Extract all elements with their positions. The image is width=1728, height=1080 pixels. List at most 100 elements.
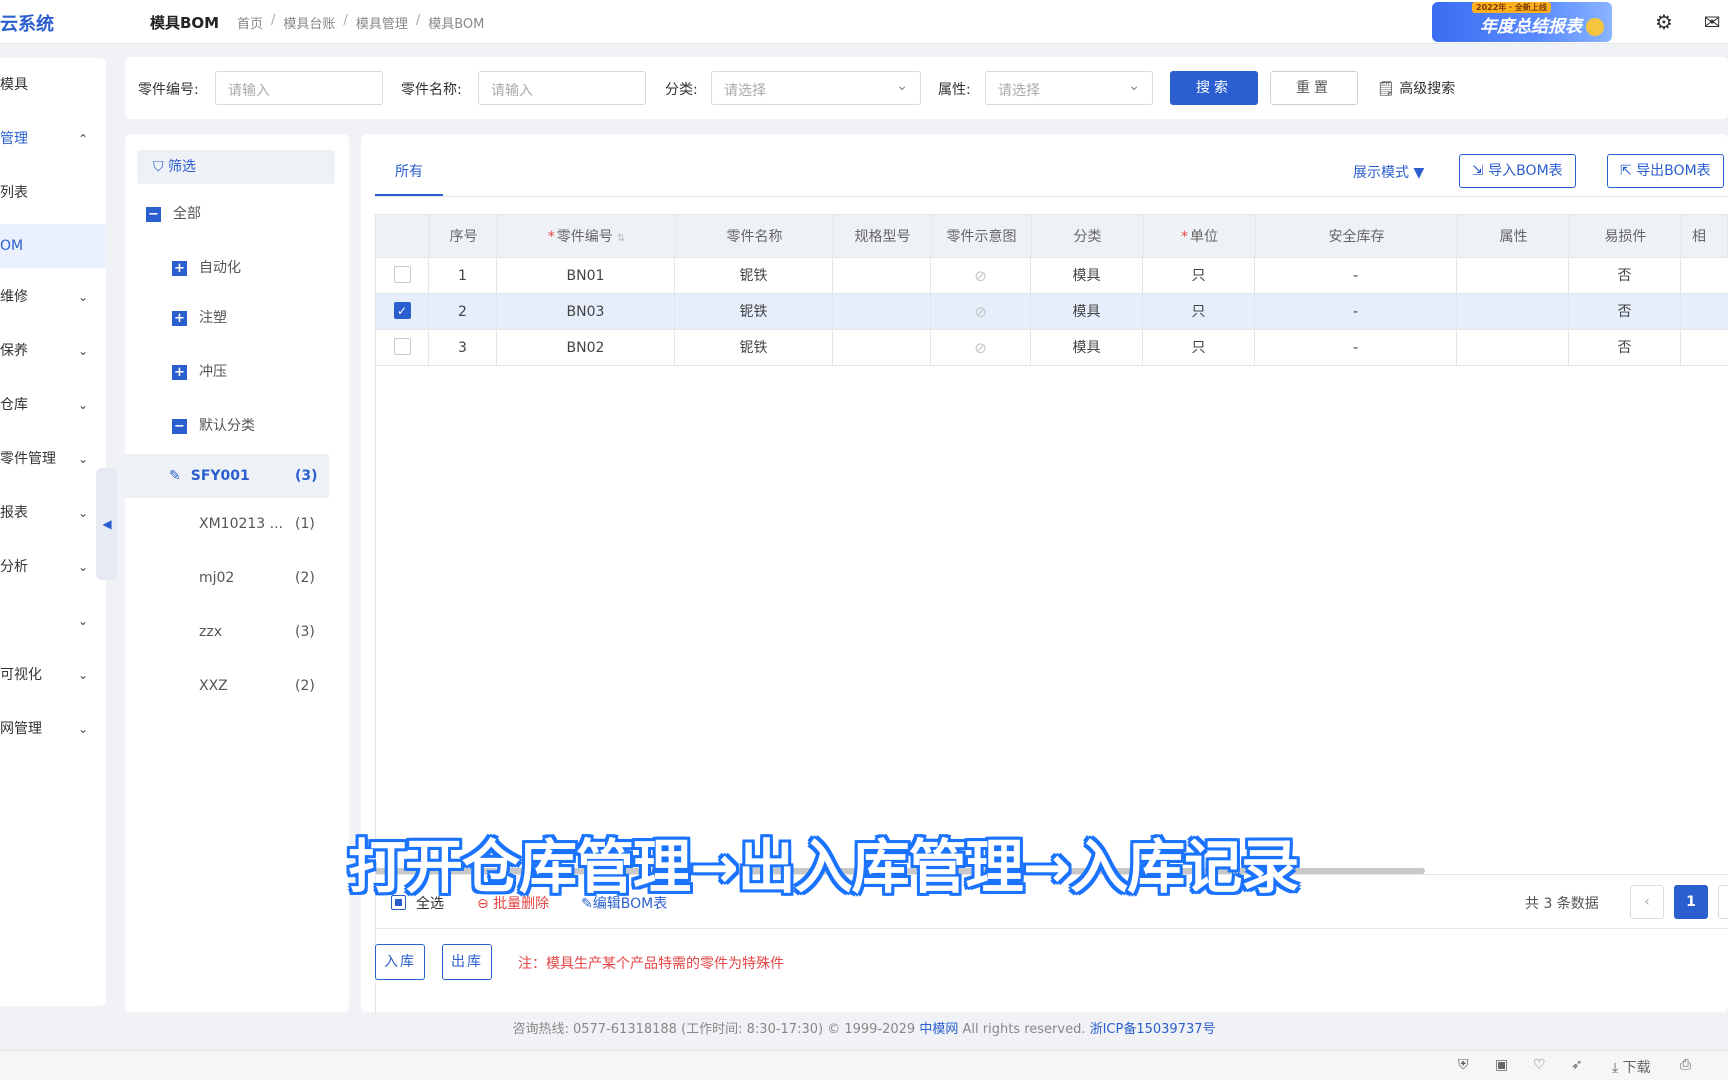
cell-unit: 只 [1143,330,1255,365]
tree-leaf-zzx[interactable]: zzx [199,618,222,646]
printer-icon[interactable]: ⎙ [1680,1057,1691,1073]
image-icon[interactable]: ▣ [1495,1057,1508,1073]
filter-header[interactable]: ⛉ 筛选 [137,150,335,184]
part-name-input[interactable]: 请输入 [478,71,646,105]
row-checkbox[interactable] [393,266,411,283]
category-select[interactable]: 请选择 ⌄ [711,71,921,105]
sidebar-item-network[interactable]: 网管理 ⌄ [0,714,106,744]
row-checkbox[interactable] [393,338,411,355]
part-no-input[interactable]: 请输入 [215,71,383,105]
category-label: 分类: [665,82,698,98]
part-name-label: 零件名称: [401,82,462,98]
prev-page-button[interactable]: ‹ [1630,885,1664,919]
annual-report-banner[interactable]: 2022年 · 全新上线 年度总结报表 [1432,2,1612,42]
shield-icon[interactable]: ⛨ [1458,1057,1469,1073]
table-row[interactable]: 3 BN02 铌铁 ⊘ 模具 只 - 否 [375,330,1728,366]
cell-diagram: ⊘ [931,294,1031,329]
col-index: 序号 [430,215,498,257]
rocket-icon[interactable]: ➶ [1571,1057,1583,1073]
footer-brand-link[interactable]: 中模网 [919,1022,958,1037]
mail-icon[interactable]: ✉ [1700,10,1724,34]
col-part-name: 零件名称 [676,215,834,257]
search-button[interactable]: 搜索 [1170,71,1258,105]
tree-node-injection[interactable]: + 注塑 [172,304,227,332]
breadcrumb-mold-ledger[interactable]: 模具台账 [283,13,335,32]
cell-category: 模具 [1031,258,1143,293]
reset-button[interactable]: 重置 [1270,71,1358,105]
breadcrumb-mold-manage[interactable]: 模具管理 [356,13,408,32]
advanced-search-link[interactable]: 🗒 高级搜索 [1377,78,1455,98]
cell-safety-stock: - [1255,258,1457,293]
cell-diagram: ⊘ [931,330,1031,365]
export-bom-button[interactable]: ⇱ 导出BOM表 [1607,154,1724,188]
sidebar-item-parts[interactable]: 零件管理 ⌄ [0,444,106,474]
download-button[interactable]: ⤓ 下载 [1612,1057,1651,1077]
stock-in-button[interactable]: 入库 [375,944,425,980]
tab-divider [375,196,1728,197]
sidebar-item-maintain[interactable]: 保养 ⌄ [0,336,106,366]
sidebar-item-unlabeled[interactable]: ⌄ [0,606,106,636]
tree-node-all[interactable]: − 全部 [146,200,201,228]
cell-spec [833,294,931,329]
attribute-label: 属性: [938,82,971,98]
tree-leaf-sfy001[interactable]: ✎ SFY001 [169,462,250,490]
cell-part-no: BN01 [497,258,675,293]
cell-part-no: BN02 [497,330,675,365]
cell-part-no: BN03 [497,294,675,329]
tree-node-automation[interactable]: + 自动化 [172,254,241,282]
edit-icon[interactable]: ✎ [169,468,181,484]
sidebar-collapse-toggle[interactable]: ◀ [96,468,118,580]
gear-icon[interactable]: ⚙ [1652,10,1676,34]
cell-wearable: 否 [1569,294,1681,329]
sidebar-item-list[interactable]: 列表 [0,178,106,208]
footer-icp-link[interactable]: 浙ICP备15039737号 [1090,1022,1216,1037]
cell-part-name: 铌铁 [675,258,833,293]
document-icon: 🗒 [1377,81,1400,97]
tree-leaf-mj02[interactable]: mj02 [199,564,234,592]
sidebar-item-manage[interactable]: 管理 ⌃ [0,124,106,154]
chevron-down-icon: ⌄ [77,560,88,574]
page-title: 模具BOM [150,14,220,32]
cell-category: 模具 [1031,294,1143,329]
search-bar: 零件编号: 请输入 零件名称: 请输入 分类: 请选择 ⌄ 属性: 请选择 ⌄ 搜索… [125,57,1728,119]
collapse-icon[interactable]: − [146,206,161,222]
eye-off-icon[interactable]: ⊘ [974,267,987,285]
eye-off-icon[interactable]: ⊘ [974,303,987,321]
tree-leaf-xm10213[interactable]: XM10213 ... [199,510,283,538]
display-mode-dropdown[interactable]: 展示模式 ▼ [1353,162,1424,182]
row-checkbox[interactable]: ✓ [393,302,411,319]
sidebar-item-bom[interactable]: OM [0,224,106,268]
page-1-button[interactable]: 1 [1674,885,1708,919]
sidebar-item-visualization[interactable]: 可视化 ⌄ [0,660,106,690]
table-row[interactable]: ✓ 2 BN03 铌铁 ⊘ 模具 只 - 否 [375,294,1728,330]
heart-icon[interactable]: ♡ [1533,1057,1546,1073]
sidebar-item-analysis[interactable]: 分析 ⌄ [0,552,106,582]
app-logo[interactable]: 云系统 [0,10,54,36]
import-bom-button[interactable]: ⇲ 导入BOM表 [1459,154,1576,188]
expand-icon[interactable]: + [172,310,187,326]
tree-node-stamping[interactable]: + 冲压 [172,358,227,386]
breadcrumb-mold-bom: 模具BOM [428,17,485,32]
sidebar-item-mold[interactable]: 模具 [0,70,106,100]
sidebar-item-warehouse[interactable]: 仓库 ⌄ [0,390,106,420]
sidebar-item-repair[interactable]: 维修 ⌄ [0,282,106,312]
expand-icon[interactable]: + [172,260,187,276]
expand-icon[interactable]: + [172,364,187,380]
sidebar-item-reports[interactable]: 报表 ⌄ [0,498,106,528]
tab-all[interactable]: 所有 [375,148,443,196]
collapse-icon[interactable]: − [172,418,187,434]
sort-icon[interactable]: ⇅ [617,233,625,244]
special-parts-note: 注：模具生产某个产品特需的零件为特殊件 [518,956,784,972]
attribute-select[interactable]: 请选择 ⌄ [985,71,1153,105]
breadcrumb-home[interactable]: 首页 [237,13,263,32]
next-page-button[interactable]: › [1718,885,1728,919]
tree-leaf-xxz[interactable]: XXZ [199,672,228,700]
tree-node-default[interactable]: − 默认分类 [172,412,255,440]
stock-out-button[interactable]: 出库 [442,944,492,980]
part-no-label: 零件编号: [138,82,199,98]
col-part-no[interactable]: * 零件编号 ⇅ [498,215,676,257]
export-icon: ⇱ [1620,163,1637,179]
eye-off-icon[interactable]: ⊘ [974,339,987,357]
table-row[interactable]: 1 BN01 铌铁 ⊘ 模具 只 - 否 [375,258,1728,294]
cell-wearable: 否 [1569,258,1681,293]
